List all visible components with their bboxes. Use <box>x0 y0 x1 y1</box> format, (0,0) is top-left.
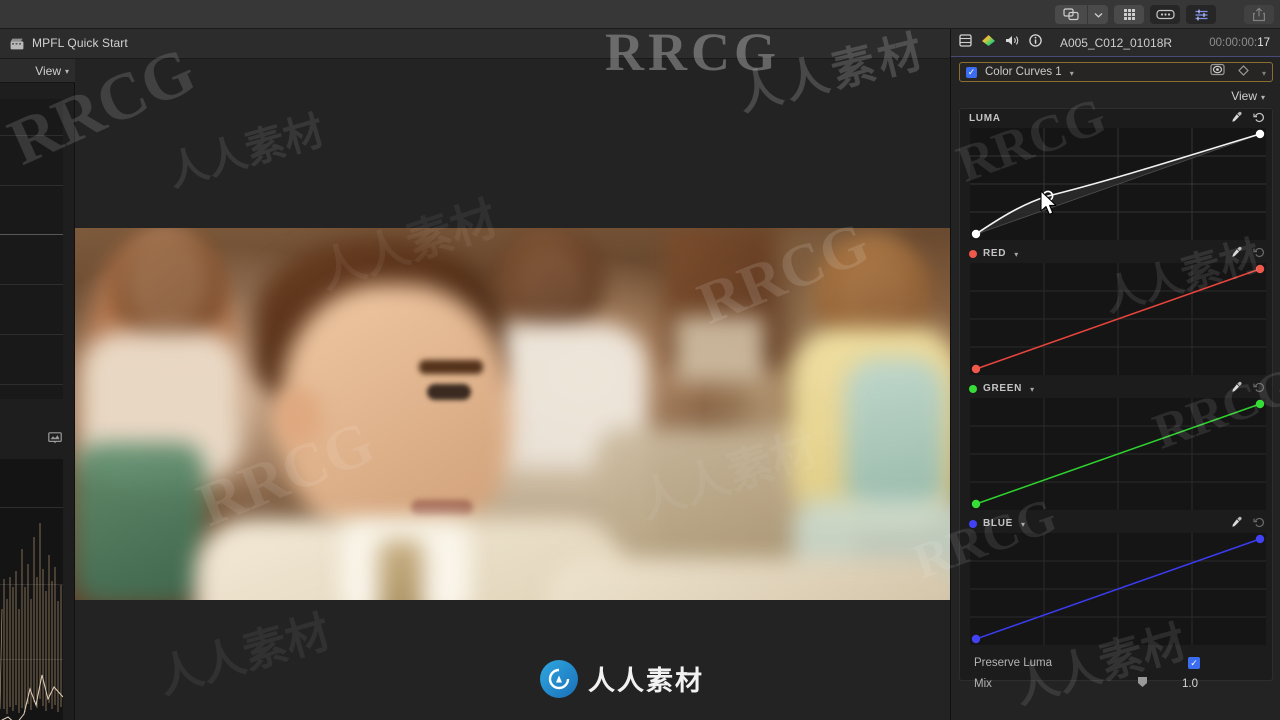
retime-control-group <box>1055 5 1108 24</box>
curve-header-green: GREEN ▾ <box>960 379 1274 398</box>
man-arm <box>545 558 950 600</box>
left-scopes-panel: View ▾ <box>0 59 75 720</box>
curve-panel-red: RED ▾ <box>960 244 1274 379</box>
reset-arrow-icon[interactable] <box>1253 380 1265 398</box>
curve-header-luma: LUMA <box>960 109 1274 128</box>
mix-row: Mix 1.0 <box>960 673 1274 695</box>
timecode-display[interactable]: 00:00:00: 17 <box>1209 29 1270 57</box>
curve-graph-blue[interactable] <box>970 533 1266 645</box>
curve-panel-blue: BLUE ▾ <box>960 514 1274 649</box>
effects-grid-icon[interactable] <box>1114 5 1144 24</box>
inspector-view-label: View <box>1231 89 1257 103</box>
inspector-panel: A005_C012_01018R 00:00:00: 17 ✓ Color Cur… <box>906 29 1280 720</box>
chevron-down-icon[interactable]: ▾ <box>1021 520 1025 529</box>
logo-mark-icon <box>540 659 578 698</box>
timecode-frames: 17 <box>1257 37 1270 49</box>
preserve-luma-row: Preserve Luma ✓ <box>960 652 1274 674</box>
hair-back-left <box>109 228 229 348</box>
color-inspector-icon[interactable] <box>981 34 996 52</box>
eyedropper-icon[interactable] <box>1231 245 1243 263</box>
mix-slider-handle[interactable] <box>1136 675 1149 693</box>
keyframe-diamond-icon[interactable] <box>1238 63 1249 81</box>
curve-graph-green[interactable] <box>970 398 1266 510</box>
video-canvas[interactable] <box>75 228 950 600</box>
curve-header-blue: BLUE ▾ <box>960 514 1274 533</box>
shape-mask-icon[interactable] <box>1210 63 1225 81</box>
viewer-area: RRCG 人人素材 RRCG 人人素材 RRCG 人人素材 RRCG 人人素材 … <box>0 22 950 720</box>
reset-arrow-icon[interactable] <box>1253 245 1265 263</box>
curve-panel-green: GREEN ▾ <box>960 379 1274 514</box>
man-ear <box>275 388 321 448</box>
project-title: MPFL Quick Start <box>32 36 128 50</box>
red-channel-dot-icon <box>969 249 977 258</box>
scope-display-icon[interactable] <box>48 431 62 449</box>
watermark-cn: 人人素材 <box>152 607 336 704</box>
green-channel-dot-icon <box>969 384 977 393</box>
effect-enabled-checkbox[interactable]: ✓ <box>966 66 977 78</box>
curve-label-red: RED <box>983 248 1007 259</box>
timecode-prefix: 00:00:00: <box>1209 37 1258 49</box>
inspector-view-row: View ▾ <box>951 85 1280 107</box>
scope-waveform[interactable] <box>0 459 63 720</box>
chevron-down-icon: ▾ <box>64 67 69 76</box>
effect-name-label: Color Curves 1 <box>985 66 1062 78</box>
man-mouth <box>411 500 473 516</box>
reset-arrow-icon[interactable] <box>1253 515 1265 533</box>
curve-panel-luma: LUMA <box>960 109 1274 244</box>
left-view-menu[interactable]: View ▾ <box>35 64 69 78</box>
preserve-luma-label: Preserve Luma <box>974 657 1052 669</box>
man-tie <box>379 540 423 600</box>
reset-arrow-icon[interactable] <box>1253 110 1265 128</box>
chevron-down-icon[interactable] <box>1088 5 1108 24</box>
left-view-label: View <box>35 63 61 78</box>
share-export-icon[interactable] <box>1244 5 1274 24</box>
video-inspector-icon[interactable] <box>959 33 972 52</box>
inspector-view-menu[interactable]: View ▾ <box>1231 89 1265 103</box>
chevron-down-icon[interactable]: ▾ <box>1070 69 1074 78</box>
chevron-down-icon[interactable]: ▾ <box>1014 250 1018 259</box>
chevron-down-icon: ▾ <box>1260 92 1265 102</box>
app-window: MPFL Quick Start 42% ▾ View ▾ View ▾ <box>0 0 1280 720</box>
effect-header-row[interactable]: ✓ Color Curves 1 ▾ ▾ <box>959 62 1273 82</box>
film-clapper-icon <box>10 37 24 55</box>
curve-graph-red[interactable] <box>970 263 1266 375</box>
curve-label-luma: LUMA <box>969 113 1001 124</box>
color-inspector-icon[interactable] <box>1186 5 1216 24</box>
man-eyebrow <box>419 360 483 374</box>
hair-back-mid <box>495 228 605 336</box>
curve-header-red: RED ▾ <box>960 244 1274 263</box>
info-inspector-icon[interactable] <box>1029 33 1042 52</box>
eyedropper-icon[interactable] <box>1231 380 1243 398</box>
scope-upper[interactable] <box>0 99 63 399</box>
watermark-cn: 人人素材 <box>163 108 330 196</box>
mix-label: Mix <box>974 678 992 690</box>
logo-text: 人人素材 <box>588 666 704 696</box>
audio-inspector-icon[interactable] <box>1005 34 1020 52</box>
left-view-bar: View ▾ <box>0 59 75 83</box>
color-curves-container: LUMA RED ▾ GREEN ▾ BLUE ▾ Preserve Luma … <box>959 108 1274 690</box>
eyedropper-icon[interactable] <box>1231 515 1243 533</box>
frame-picture <box>675 316 765 382</box>
video-frame <box>75 228 950 600</box>
chevron-down-icon[interactable]: ▾ <box>1030 385 1034 394</box>
dress-right <box>845 358 945 518</box>
eyedropper-icon[interactable] <box>1231 110 1243 128</box>
waveform-trace <box>0 523 63 720</box>
mix-value[interactable]: 1.0 <box>1182 678 1198 690</box>
retime-icon[interactable] <box>1055 5 1087 24</box>
curve-label-blue: BLUE <box>983 518 1014 529</box>
site-logo: 人人素材 <box>540 659 704 698</box>
man-eye <box>427 384 471 400</box>
curve-graph-luma[interactable] <box>970 128 1266 240</box>
blue-channel-dot-icon <box>969 519 977 528</box>
preserve-luma-checkbox[interactable]: ✓ <box>1188 657 1200 669</box>
title-bar <box>0 0 1280 29</box>
toolbar-right-group <box>1055 0 1274 29</box>
chevron-down-icon[interactable]: ▾ <box>1262 69 1266 78</box>
skirt-back-left <box>75 443 205 600</box>
color-board-icon[interactable] <box>1150 5 1180 24</box>
curve-label-green: GREEN <box>983 383 1023 394</box>
